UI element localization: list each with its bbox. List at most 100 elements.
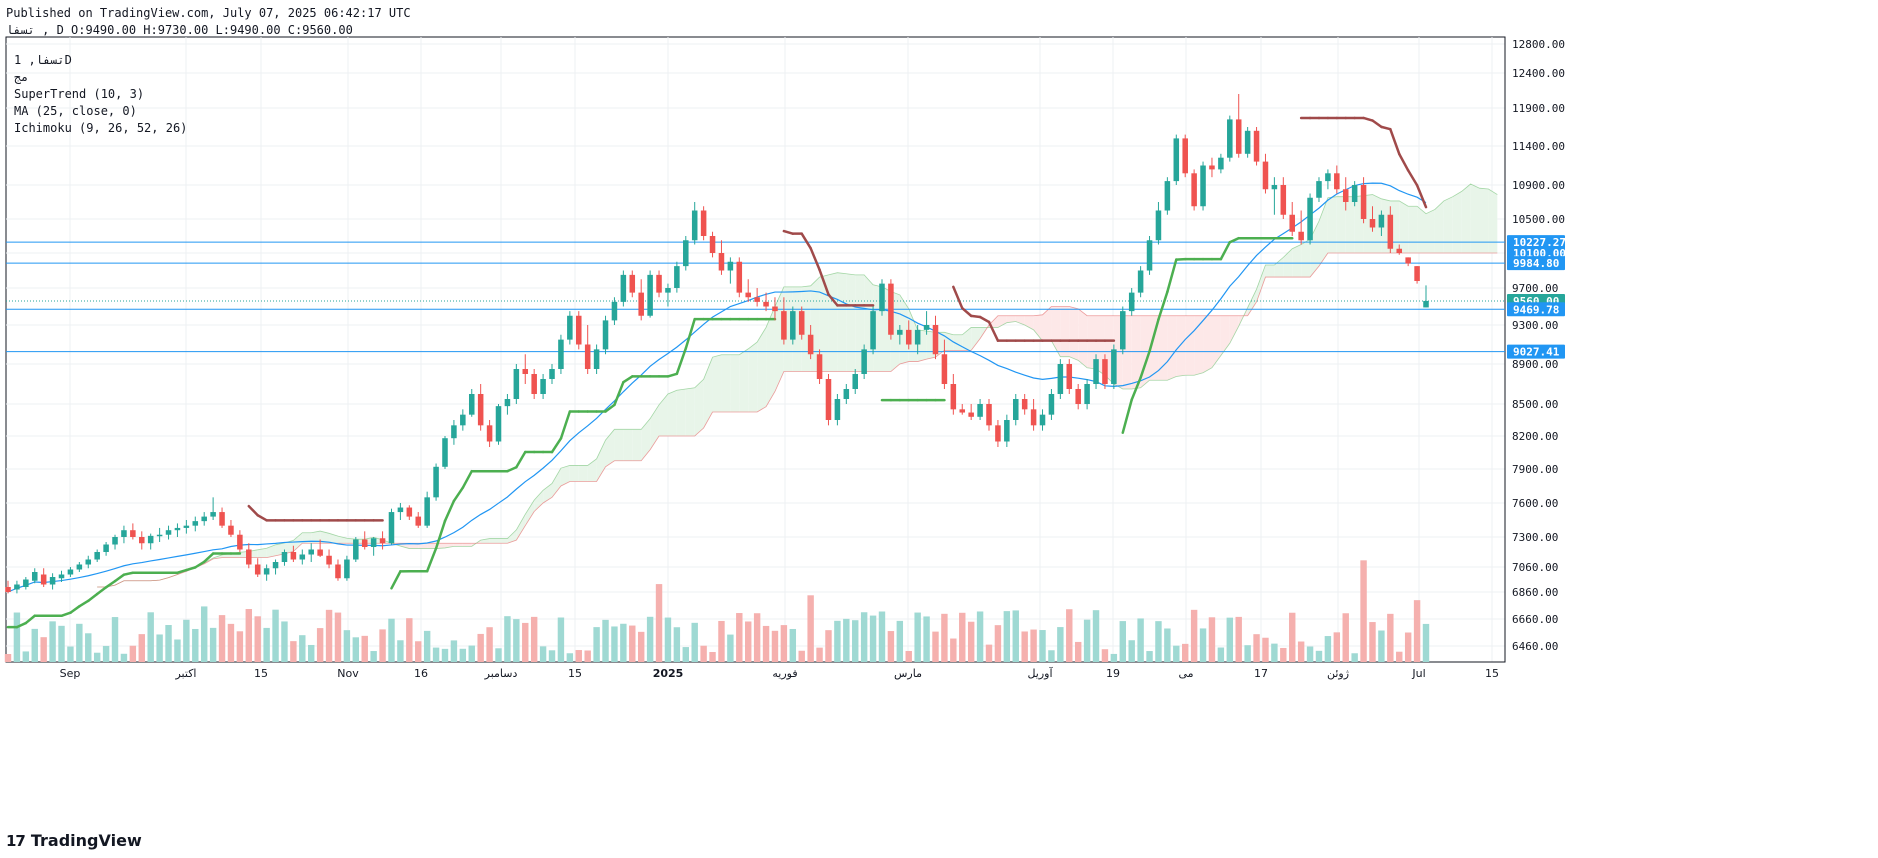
- price-tick-label: 11900.00: [1512, 102, 1565, 115]
- legend-supertrend[interactable]: SuperTrend (10, 3): [14, 86, 187, 103]
- volume-bar: [477, 633, 484, 662]
- time-tick-label: 15: [568, 667, 582, 680]
- candle-body: [424, 497, 430, 526]
- candle-body: [1155, 210, 1162, 241]
- time-tick-label: Nov: [337, 667, 359, 680]
- volume-bar: [1396, 651, 1403, 662]
- candle-body: [442, 438, 448, 467]
- cloud-segment: [685, 387, 695, 436]
- candle-body: [361, 539, 368, 547]
- volume-bar: [985, 644, 993, 662]
- volume-bar: [1324, 636, 1332, 662]
- volume-bar: [1030, 629, 1037, 662]
- volume-bar: [93, 652, 101, 662]
- volume-bar: [263, 627, 270, 662]
- cloud-segment: [1158, 315, 1168, 381]
- candle-body: [335, 564, 341, 579]
- volume-bar: [40, 637, 47, 662]
- candle-body: [620, 274, 627, 302]
- candle-body: [1307, 197, 1313, 241]
- volume-bar: [1101, 649, 1109, 662]
- cloud-segment: [489, 538, 499, 544]
- cloud-segment: [1434, 200, 1444, 253]
- price-tick-label: 8900.00: [1512, 358, 1558, 371]
- volume-bar: [316, 628, 324, 662]
- candle-body: [1253, 130, 1260, 162]
- candle-body: [718, 253, 725, 271]
- candle-body: [112, 537, 118, 545]
- time-tick-label: 15: [254, 667, 268, 680]
- volume-bar: [860, 612, 868, 662]
- volume-bar: [967, 621, 975, 662]
- legend-ma[interactable]: MA (25, close, 0): [14, 103, 187, 120]
- candle-body: [1360, 185, 1367, 219]
- candle-body: [1289, 214, 1295, 232]
- candle-body: [460, 414, 466, 426]
- candle-body: [941, 354, 948, 384]
- price-tick-label: 10900.00: [1512, 179, 1565, 192]
- candle-body: [923, 325, 930, 330]
- candle-body: [549, 369, 555, 379]
- candle-body: [370, 538, 377, 547]
- candle-body: [593, 349, 600, 369]
- time-tick-label: 2025: [653, 667, 684, 680]
- candle-body: [745, 292, 751, 298]
- volume-bar: [120, 653, 128, 662]
- volume-bar: [165, 625, 172, 662]
- candle-body: [121, 530, 127, 537]
- cloud-segment: [1443, 196, 1453, 253]
- candle-body: [406, 507, 413, 517]
- time-tick-label: فوریه: [772, 667, 797, 680]
- candle-body: [576, 315, 582, 345]
- candle-body: [174, 527, 181, 531]
- volume-bar: [789, 628, 797, 662]
- candle-body: [228, 525, 234, 535]
- volume-bar: [58, 625, 65, 662]
- volume-bar: [566, 653, 574, 662]
- volume-bar: [281, 621, 288, 662]
- candle-body: [1084, 384, 1090, 404]
- volume-bar: [718, 620, 725, 662]
- candle-body: [1209, 165, 1215, 170]
- candle-body: [1325, 173, 1331, 182]
- candle-body: [647, 274, 653, 316]
- cloud-segment: [1167, 315, 1177, 381]
- candle-body: [272, 562, 279, 569]
- volume-bar: [664, 617, 672, 662]
- volume-bar: [1413, 600, 1421, 662]
- price-chart[interactable]: 12800.00 12400.00 11900.00 11400.00 10900.00…: [0, 0, 1878, 858]
- candle-body: [210, 512, 216, 517]
- volume-bar: [611, 626, 618, 662]
- candle-body: [540, 379, 546, 394]
- candle-body: [959, 409, 966, 413]
- cloud-segment: [1292, 244, 1302, 278]
- candle-body: [76, 564, 83, 570]
- candle-body: [825, 379, 832, 420]
- volume-bar: [914, 612, 921, 662]
- legend-symbol[interactable]: تسفا, 1D: [14, 52, 187, 69]
- volume-bar: [1083, 619, 1091, 662]
- cloud-segment: [837, 272, 847, 372]
- tradingview-logo[interactable]: 17 TradingView: [6, 831, 142, 850]
- volume-bar: [192, 628, 199, 662]
- volume-bar: [1119, 621, 1126, 662]
- price-tick-label: 6860.00: [1512, 586, 1558, 599]
- legend-ichimoku[interactable]: Ichimoku (9, 26, 52, 26): [14, 120, 187, 137]
- candle-body: [977, 404, 983, 417]
- volume-bar: [406, 618, 413, 662]
- candle-body: [790, 311, 796, 340]
- cloud-segment: [739, 348, 749, 412]
- cloud-segment: [614, 429, 624, 461]
- candle-body: [1396, 248, 1403, 253]
- candle-body: [1271, 185, 1278, 190]
- cloud-segment: [1203, 315, 1212, 373]
- candle-body: [522, 369, 529, 374]
- candle-body: [602, 320, 609, 350]
- candle-body: [67, 569, 74, 575]
- volume-bar: [646, 616, 654, 662]
- volume-bar: [1039, 630, 1046, 662]
- price-tick-label: 7600.00: [1512, 497, 1558, 510]
- volume-bar: [1244, 645, 1251, 662]
- volume-bar: [450, 640, 458, 662]
- candle-body: [1164, 181, 1171, 211]
